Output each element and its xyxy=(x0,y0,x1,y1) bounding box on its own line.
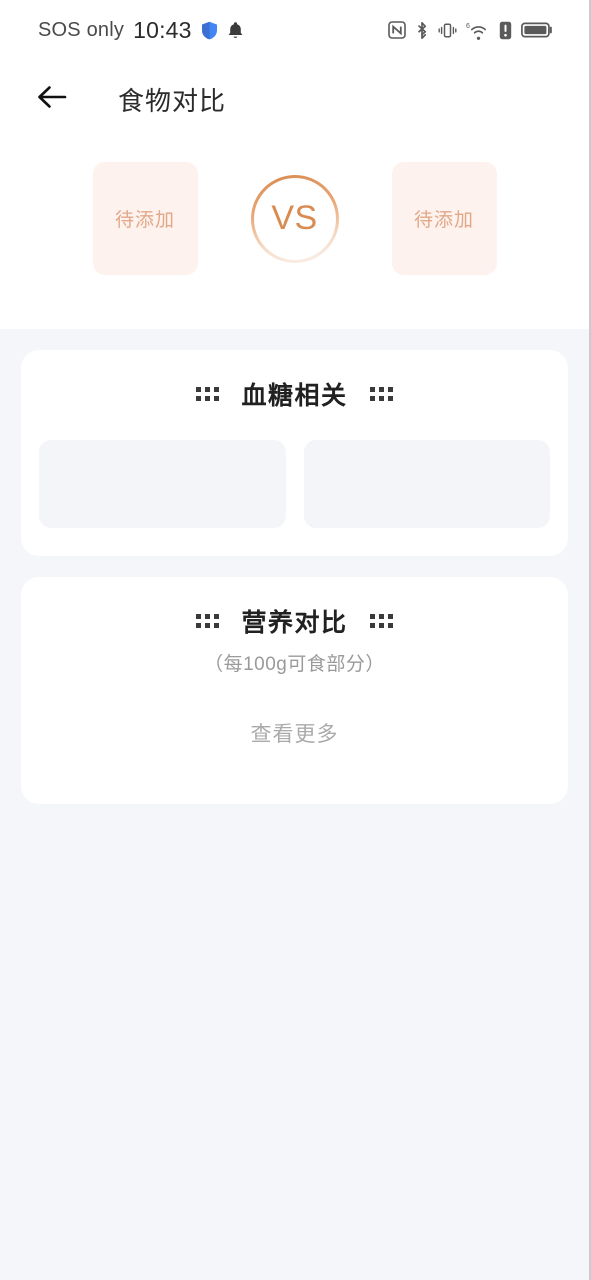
food-slot-right[interactable]: 待添加 xyxy=(391,162,497,275)
card-nutrition-title: 营养对比 xyxy=(241,609,348,637)
alert-icon xyxy=(499,21,512,40)
shield-icon xyxy=(201,21,218,40)
food-slot-left[interactable]: 待添加 xyxy=(92,162,198,275)
page-title: 食物对比 xyxy=(118,85,227,116)
back-arrow-icon xyxy=(36,83,68,116)
dots-decoration-right-icon xyxy=(369,614,393,628)
view-more-button[interactable]: 查看更多 xyxy=(21,676,568,804)
battery-icon xyxy=(521,21,553,39)
app-header: 食物对比 xyxy=(0,60,589,138)
phone-screen: SOS only 10:43 6 食物对比 待添加 VS 待添加 血糖相关 营养… xyxy=(0,0,591,1280)
clock-label: 10:43 xyxy=(133,16,192,43)
food-slot-right-label: 待添加 xyxy=(413,210,474,231)
card-nutrition: 营养对比 （每100g可食部分） 查看更多 xyxy=(21,577,568,804)
content-area: 血糖相关 营养对比 （每100g可食部分） 查看更多 xyxy=(0,350,589,804)
blood-glucose-placeholder-left[interactable] xyxy=(39,440,286,528)
dots-decoration-left-icon xyxy=(196,614,220,628)
food-compare-strip: 待添加 VS 待添加 xyxy=(0,138,589,329)
blood-glucose-placeholder-right[interactable] xyxy=(303,440,550,528)
food-slot-left-label: 待添加 xyxy=(114,210,175,231)
back-button[interactable] xyxy=(30,77,74,121)
dots-decoration-right-icon xyxy=(369,387,393,401)
status-bar-right: 6 xyxy=(388,21,553,40)
dots-decoration-left-icon xyxy=(196,387,220,401)
card-blood-glucose-title: 血糖相关 xyxy=(241,382,348,410)
card-nutrition-title-row: 营养对比 xyxy=(21,577,568,639)
vs-label: VS xyxy=(271,199,318,237)
status-bar-left: SOS only 10:43 xyxy=(38,17,244,44)
svg-text:6: 6 xyxy=(466,23,470,30)
card-blood-glucose: 血糖相关 xyxy=(21,350,568,556)
wifi-6-icon: 6 xyxy=(466,21,490,40)
nfc-icon xyxy=(388,21,406,39)
blood-glucose-placeholder-row xyxy=(21,412,568,556)
card-nutrition-subtitle: （每100g可食部分） xyxy=(204,654,385,675)
bluetooth-icon xyxy=(415,21,429,40)
vs-badge[interactable]: VS xyxy=(251,175,339,263)
card-blood-glucose-title-row: 血糖相关 xyxy=(21,350,568,412)
carrier-label: SOS only xyxy=(38,18,125,41)
bell-icon xyxy=(227,21,244,40)
status-bar: SOS only 10:43 6 xyxy=(0,0,589,60)
vibrate-icon xyxy=(438,21,457,40)
